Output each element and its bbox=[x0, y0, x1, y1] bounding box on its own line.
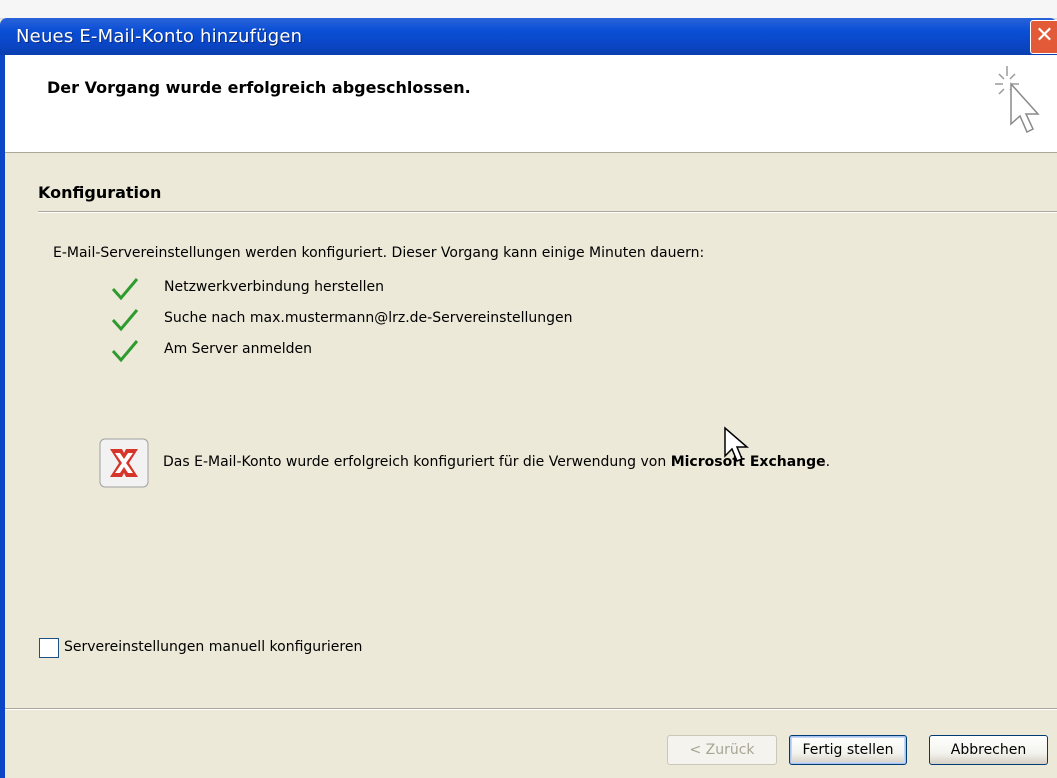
manual-config-label[interactable]: Servereinstellungen manuell konfiguriere… bbox=[64, 639, 362, 655]
background-window-strip bbox=[0, 0, 1057, 19]
checkbox-box[interactable] bbox=[39, 638, 59, 658]
header-status-text: Der Vorgang wurde erfolgreich abgeschlos… bbox=[47, 78, 471, 97]
back-button[interactable]: < Zurück bbox=[667, 735, 777, 765]
step-label: Am Server anmelden bbox=[164, 341, 312, 357]
section-title: Konfiguration bbox=[38, 183, 162, 202]
step-label: Netzwerkverbindung herstellen bbox=[164, 279, 385, 295]
step-label: Suche nach max.mustermann@lrz.de-Servere… bbox=[164, 310, 573, 326]
close-button[interactable]: ✕ bbox=[1030, 20, 1057, 54]
intro-text: E-Mail-Servereinstellungen werden konfig… bbox=[53, 245, 705, 261]
window-title: Neues E-Mail-Konto hinzufügen bbox=[16, 26, 303, 47]
result-suffix: . bbox=[825, 454, 831, 470]
wizard-header bbox=[5, 55, 1057, 153]
section-divider bbox=[38, 211, 1057, 213]
footer-divider bbox=[5, 708, 1057, 710]
check-icon bbox=[111, 340, 139, 363]
check-icon bbox=[111, 278, 139, 301]
close-icon: ✕ bbox=[1035, 23, 1054, 48]
mouse-cursor-icon bbox=[724, 426, 750, 462]
exchange-icon bbox=[99, 438, 149, 488]
result-message: Das E-Mail-Konto wurde erfolgreich konfi… bbox=[163, 454, 671, 470]
window-border bbox=[0, 55, 5, 778]
check-icon bbox=[111, 309, 139, 332]
wizard-cursor-icon bbox=[995, 66, 1040, 134]
finish-button[interactable]: Fertig stellen bbox=[789, 735, 907, 765]
cancel-button[interactable]: Abbrechen bbox=[929, 735, 1048, 765]
